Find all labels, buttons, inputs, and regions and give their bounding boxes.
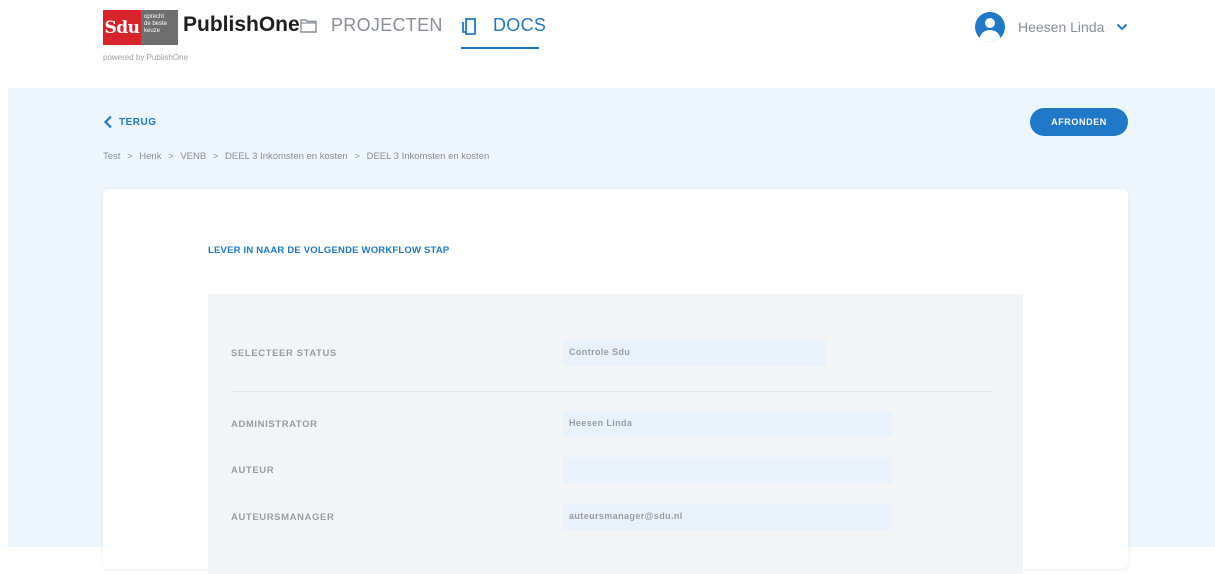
breadcrumb-separator: > — [354, 151, 360, 162]
workflow-card: LEVER IN NAAR DE VOLGENDE WORKFLOW STAP … — [103, 189, 1128, 574]
user-avatar-icon — [975, 12, 1005, 42]
breadcrumb-item[interactable]: DEEL 3 Inkomsten en kosten — [367, 151, 490, 162]
user-name: Heesen Linda — [1018, 19, 1105, 35]
sdu-logo-mark: Sdu — [103, 10, 141, 45]
user-menu[interactable]: Heesen Linda — [975, 12, 1128, 42]
nav-docs[interactable]: DOCS — [461, 15, 546, 36]
auteursmanager-field[interactable]: auteursmanager@sdu.nl — [563, 504, 892, 530]
auteursmanager-label: AUTEURSMANAGER — [231, 512, 335, 523]
chevron-left-icon — [103, 115, 112, 129]
nav-projecten[interactable]: PROJECTEN — [300, 15, 443, 36]
nav-docs-label: DOCS — [493, 15, 547, 35]
back-link[interactable]: TERUG — [103, 115, 157, 129]
active-tab-indicator — [461, 47, 539, 49]
status-select[interactable]: Controle Sdu — [563, 340, 826, 366]
nav-projecten-label: PROJECTEN — [331, 15, 443, 35]
sdu-logo-tagline: oprecht de beste keuze — [141, 10, 178, 45]
powered-by: powered by PublishOne — [103, 53, 188, 62]
breadcrumb-separator: > — [168, 151, 174, 162]
auteur-field[interactable] — [563, 457, 892, 483]
workflow-form: SELECTEER STATUS Controle Sdu ADMINISTRA… — [208, 294, 1023, 574]
breadcrumb-separator: > — [212, 151, 219, 162]
status-label: SELECTEER STATUS — [231, 348, 337, 359]
afronden-button[interactable]: AFRONDEN — [1030, 108, 1128, 136]
back-label: TERUG — [119, 116, 157, 128]
folder-icon — [300, 19, 317, 33]
brand-name: PublishOne — [183, 13, 300, 36]
administrator-field[interactable]: Heesen Linda — [563, 411, 892, 437]
breadcrumb-item[interactable]: DEEL 3 Inkomsten en kosten — [225, 151, 348, 162]
form-title: LEVER IN NAAR DE VOLGENDE WORKFLOW STAP — [208, 245, 450, 256]
breadcrumb-item[interactable]: Test — [103, 151, 120, 162]
main-content: TERUG Test > Henk > VENB > DEEL 3 Inkoms… — [8, 88, 1215, 574]
top-header: Sdu oprecht de beste keuze PublishOne po… — [0, 0, 1215, 88]
breadcrumb: Test > Henk > VENB > DEEL 3 Inkomsten en… — [103, 151, 493, 162]
sdu-logo[interactable]: Sdu oprecht de beste keuze — [103, 10, 178, 45]
auteur-label: AUTEUR — [231, 465, 275, 476]
chevron-down-icon — [1117, 23, 1128, 31]
documents-icon — [462, 17, 476, 35]
form-divider — [231, 391, 993, 392]
breadcrumb-item[interactable]: Henk — [139, 151, 161, 162]
breadcrumb-separator: > — [127, 151, 133, 162]
breadcrumb-item[interactable]: VENB — [180, 151, 206, 162]
administrator-label: ADMINISTRATOR — [231, 419, 318, 430]
